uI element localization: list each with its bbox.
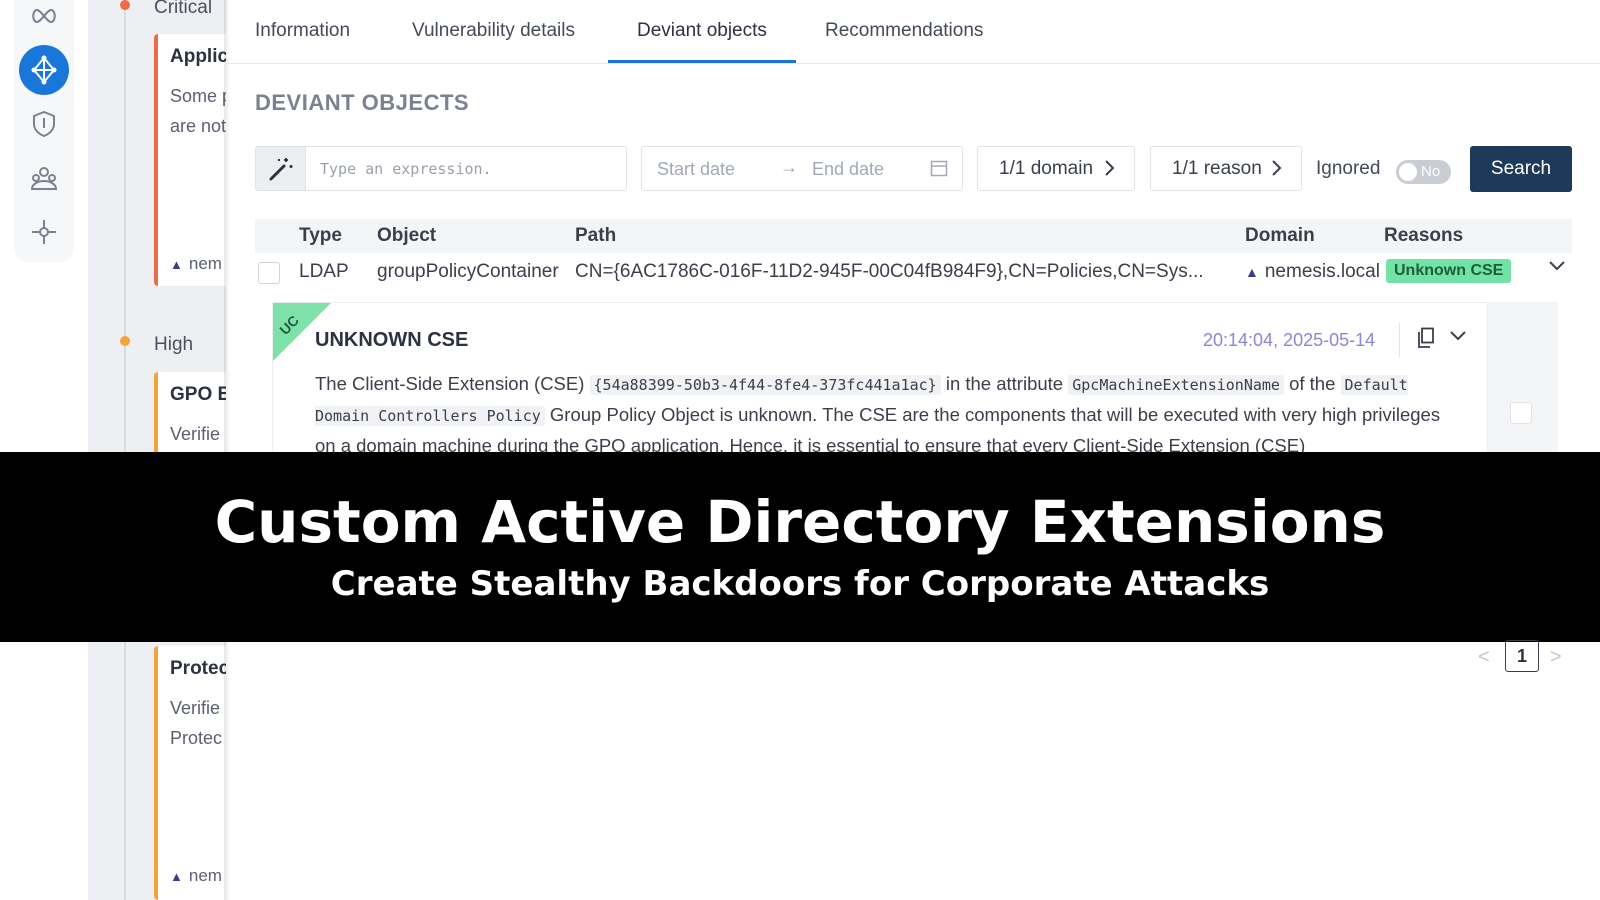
reason-badge: Unknown CSE — [1386, 259, 1512, 283]
pagination-prev[interactable]: < — [1478, 646, 1490, 669]
ignored-label: Ignored — [1316, 158, 1381, 179]
table-header: Type Object Path Domain Reasons — [255, 219, 1572, 253]
cse-guid: {54a88399-50b3-4f44-8fe4-373fc441a1ac} — [589, 375, 941, 395]
card-title: GPO E — [170, 384, 226, 405]
chevron-right-icon — [1104, 158, 1116, 184]
detail-description: The Client-Side Extension (CSE) {54a8839… — [315, 373, 1441, 456]
reason-filter[interactable]: 1/1 reason — [1150, 146, 1302, 191]
banner-subtitle: Create Stealthy Backdoors for Corporate … — [330, 564, 1270, 604]
tab-information[interactable]: Information — [255, 20, 350, 42]
search-button[interactable]: Search — [1470, 146, 1572, 192]
chevron-down-icon[interactable] — [1547, 259, 1567, 278]
cell-path: CN={6AC1786C-016F-11D2-945F-00C04fB984F9… — [575, 261, 1204, 282]
tab-bar: Information Vulnerability details Devian… — [226, 0, 1600, 64]
reason-filter-label: 1/1 reason — [1172, 158, 1262, 179]
row-checkbox[interactable] — [258, 262, 280, 284]
users-icon[interactable] — [30, 164, 58, 192]
column-header-domain[interactable]: Domain — [1245, 225, 1315, 247]
detail-side-column — [1488, 302, 1558, 462]
divider — [1399, 323, 1400, 357]
topology-icon[interactable] — [30, 218, 58, 246]
infinity-icon[interactable] — [30, 2, 58, 30]
shield-icon[interactable] — [30, 110, 58, 138]
card-text: Some p — [170, 86, 226, 106]
table-row[interactable]: LDAP groupPolicyContainer CN={6AC1786C-0… — [255, 253, 1572, 295]
cell-type: LDAP — [299, 261, 349, 282]
vulnerability-timeline: Critical Applic Some p are not ▲ nem High… — [88, 0, 226, 900]
detail-timestamp: 20:14:04, 2025-05-14 — [1203, 330, 1376, 350]
column-header-type[interactable]: Type — [299, 225, 342, 247]
deviant-object-detail: UC UNKNOWN CSE 20:14:04, 2025-05-14 The … — [272, 302, 1488, 462]
copy-icon[interactable] — [1417, 327, 1435, 354]
domain-filter-label: 1/1 domain — [999, 158, 1094, 179]
domain-icon: ▲ — [170, 869, 183, 884]
expression-search — [255, 146, 627, 191]
cell-domain: ▲ nemesis.local — [1245, 261, 1380, 282]
card-title: Applic — [170, 46, 226, 67]
section-title: DEVIANT OBJECTS — [255, 90, 470, 115]
timeline-card[interactable]: Applic Some p are not ▲ nem — [154, 34, 226, 286]
domain-filter[interactable]: 1/1 domain — [977, 146, 1135, 191]
chevron-down-icon[interactable] — [1449, 329, 1467, 348]
card-domain: ▲ nem — [170, 866, 222, 885]
card-text: Protec — [170, 728, 223, 748]
column-header-reasons[interactable]: Reasons — [1384, 225, 1463, 247]
attribute-name: GpcMachineExtensionName — [1068, 375, 1284, 395]
start-date-input[interactable]: Start date — [657, 159, 735, 180]
card-domain: ▲ nem — [170, 254, 222, 273]
timeline-line — [124, 0, 126, 900]
card-text: Verifie — [170, 698, 221, 718]
tab-deviant-objects[interactable]: Deviant objects — [637, 20, 767, 42]
calendar-icon[interactable] — [930, 159, 948, 182]
icon-rail — [0, 0, 88, 900]
panel-divider — [224, 0, 230, 900]
column-header-object[interactable]: Object — [377, 225, 436, 247]
ignored-toggle[interactable]: No — [1396, 160, 1451, 184]
critical-label: Critical — [154, 0, 213, 18]
toggle-state: No — [1421, 163, 1441, 180]
card-text: are not — [170, 116, 226, 136]
date-range-picker[interactable]: Start date → End date — [641, 146, 963, 191]
card-title: Protec — [170, 658, 226, 679]
expression-input[interactable] — [306, 147, 626, 190]
arrow-right-icon: → — [780, 157, 798, 177]
cell-object: groupPolicyContainer — [377, 261, 559, 282]
banner-title: Custom Active Directory Extensions — [214, 488, 1386, 556]
pagination-current-page[interactable]: 1 — [1505, 640, 1539, 672]
chevron-right-icon — [1271, 158, 1283, 184]
magic-wand-icon[interactable] — [256, 147, 306, 190]
column-header-path[interactable]: Path — [575, 225, 616, 247]
detail-checkbox[interactable] — [1510, 402, 1532, 424]
active-tab-indicator — [608, 60, 796, 63]
critical-dot — [120, 0, 130, 10]
pagination-next[interactable]: > — [1550, 646, 1562, 669]
tab-vulnerability-details[interactable]: Vulnerability details — [412, 20, 575, 42]
end-date-input[interactable]: End date — [812, 159, 884, 180]
domain-icon: ▲ — [170, 257, 183, 272]
network-icon[interactable] — [19, 45, 69, 95]
card-text: Verifie — [170, 424, 221, 444]
tab-recommendations[interactable]: Recommendations — [825, 20, 983, 42]
high-dot — [120, 336, 130, 346]
timeline-card[interactable]: Protec Verifie Protec ▲ nem — [154, 646, 226, 900]
domain-icon: ▲ — [1245, 264, 1259, 280]
title-banner: Custom Active Directory Extensions Creat… — [0, 452, 1600, 642]
detail-title: UNKNOWN CSE — [315, 329, 469, 351]
toggle-knob — [1399, 163, 1417, 181]
high-label: High — [154, 334, 194, 355]
